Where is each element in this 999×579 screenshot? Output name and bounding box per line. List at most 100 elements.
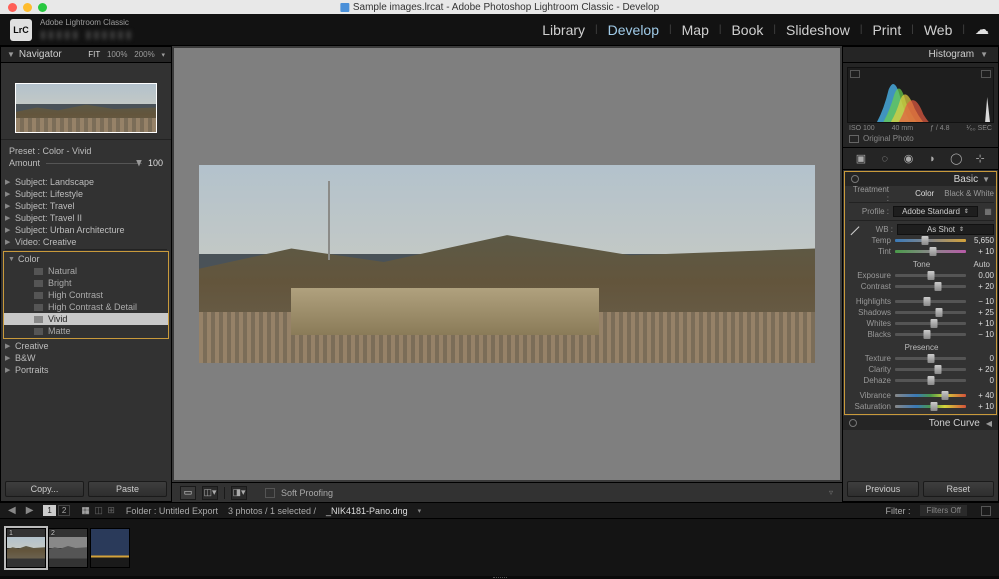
grid-view-icon[interactable]: ▦	[81, 505, 90, 515]
shadows-value[interactable]: + 25	[970, 308, 994, 317]
display-2[interactable]: 2	[58, 505, 70, 516]
treatment-bw[interactable]: Black & White	[944, 189, 994, 198]
module-map[interactable]: Map	[682, 22, 709, 38]
exposure-slider[interactable]	[895, 274, 966, 277]
module-develop[interactable]: Develop	[608, 22, 659, 38]
filter-dropdown[interactable]: Filters Off	[920, 505, 967, 516]
zoom-fit[interactable]: FIT	[88, 50, 100, 59]
tonecurve-header[interactable]: Tone Curve ◀	[843, 416, 998, 430]
heal-tool-icon[interactable]: ◌	[878, 152, 892, 166]
white-balance-picker-icon[interactable]	[849, 224, 861, 236]
image-canvas[interactable]	[174, 48, 840, 480]
filmstrip[interactable]: 1 2 3	[0, 518, 999, 576]
preset-group[interactable]: Subject: Urban Architecture	[1, 224, 171, 236]
preset-group[interactable]: Subject: Travel	[1, 200, 171, 212]
preset-amount-slider[interactable]	[46, 163, 142, 164]
redeye-tool-icon[interactable]: ◉	[902, 152, 916, 166]
tint-value[interactable]: + 10	[970, 247, 994, 256]
treatment-color[interactable]: Color	[915, 189, 934, 198]
vibrance-slider[interactable]	[895, 394, 966, 397]
maximize-window-icon[interactable]	[38, 3, 47, 12]
close-window-icon[interactable]	[8, 3, 17, 12]
current-filename[interactable]: _NIK4181-Pano.dng	[326, 506, 408, 516]
saturation-slider[interactable]	[895, 405, 966, 408]
texture-value[interactable]: 0	[970, 354, 994, 363]
minimize-window-icon[interactable]	[23, 3, 32, 12]
loupe-view-icon[interactable]: ▭	[180, 486, 196, 500]
zoom-100[interactable]: 100%	[107, 50, 127, 59]
profile-dropdown[interactable]: Adobe Standard⇕	[893, 206, 978, 217]
blacks-value[interactable]: − 10	[970, 330, 994, 339]
panel-toggle-icon[interactable]	[851, 175, 859, 183]
reset-button[interactable]: Reset	[923, 481, 995, 497]
zoom-menu-icon[interactable]: ▾	[161, 52, 165, 59]
zoom-200[interactable]: 200%	[134, 50, 154, 59]
contrast-value[interactable]: + 20	[970, 282, 994, 291]
radial-tool-icon[interactable]: ◯	[949, 152, 963, 166]
cloud-sync-icon[interactable]: ☁	[975, 21, 989, 38]
filmstrip-thumb[interactable]: 1	[6, 528, 46, 568]
highlights-value[interactable]: − 10	[970, 297, 994, 306]
filter-lock-icon[interactable]	[981, 506, 991, 516]
nav-forward-icon[interactable]: ▶	[26, 505, 34, 516]
compare-view-icon[interactable]: ◫	[94, 505, 103, 515]
preset-item[interactable]: Bright	[4, 277, 168, 289]
brush-tool-icon[interactable]: ⊹	[973, 152, 987, 166]
preset-group[interactable]: Subject: Travel II	[1, 212, 171, 224]
tint-slider[interactable]	[895, 250, 966, 253]
temp-slider[interactable]	[895, 239, 966, 242]
survey-view-icon[interactable]: ⊞	[107, 505, 115, 515]
preset-group[interactable]: Portraits	[1, 364, 171, 376]
module-library[interactable]: Library	[542, 22, 585, 38]
saturation-value[interactable]: + 10	[970, 402, 994, 411]
crop-tool-icon[interactable]: ▣	[854, 152, 868, 166]
reference-view-icon[interactable]: ◨▾	[231, 486, 247, 500]
profile-browser-icon[interactable]: ▦	[982, 207, 994, 216]
dehaze-slider[interactable]	[895, 379, 966, 382]
original-photo-toggle[interactable]: Original Photo	[847, 132, 994, 143]
navigator-header[interactable]: ▼ Navigator FIT 100% 200% ▾	[1, 47, 171, 63]
before-after-icon[interactable]: ◫▾	[202, 486, 218, 500]
display-1[interactable]: 1	[43, 505, 55, 516]
wb-dropdown[interactable]: As Shot⇕	[897, 224, 994, 235]
clarity-value[interactable]: + 20	[970, 365, 994, 374]
paste-button[interactable]: Paste	[88, 481, 167, 497]
temp-value[interactable]: 5,650	[970, 236, 994, 245]
nav-back-icon[interactable]: ◀	[8, 505, 16, 516]
preset-item[interactable]: High Contrast & Detail	[4, 301, 168, 313]
preset-item[interactable]: Natural	[4, 265, 168, 277]
exposure-value[interactable]: 0.00	[970, 271, 994, 280]
preset-item[interactable]: High Contrast	[4, 289, 168, 301]
copy-button[interactable]: Copy...	[5, 481, 84, 497]
filmstrip-thumb[interactable]: 3	[90, 528, 130, 568]
masking-tool-icon[interactable]: ◗	[925, 152, 939, 166]
clarity-slider[interactable]	[895, 368, 966, 371]
blacks-slider[interactable]	[895, 333, 966, 336]
whites-slider[interactable]	[895, 322, 966, 325]
panel-toggle-icon[interactable]	[849, 419, 857, 427]
previous-button[interactable]: Previous	[847, 481, 919, 497]
dehaze-value[interactable]: 0	[970, 376, 994, 385]
folder-path[interactable]: Folder : Untitled Export	[126, 506, 218, 516]
whites-value[interactable]: + 10	[970, 319, 994, 328]
navigator-preview[interactable]	[1, 63, 171, 139]
module-book[interactable]: Book	[731, 22, 763, 38]
preset-group-color[interactable]: Color	[4, 253, 168, 265]
histogram-graph[interactable]	[847, 67, 994, 123]
filename-menu-icon[interactable]: ▾	[418, 507, 422, 515]
vibrance-value[interactable]: + 40	[970, 391, 994, 400]
preset-group[interactable]: Subject: Landscape	[1, 176, 171, 188]
histogram-header[interactable]: Histogram ▼	[843, 47, 998, 63]
module-slideshow[interactable]: Slideshow	[786, 22, 850, 38]
shadows-slider[interactable]	[895, 311, 966, 314]
preset-group[interactable]: B&W	[1, 352, 171, 364]
contrast-slider[interactable]	[895, 285, 966, 288]
filmstrip-thumb[interactable]: 2	[48, 528, 88, 568]
module-web[interactable]: Web	[924, 22, 953, 38]
texture-slider[interactable]	[895, 357, 966, 360]
preset-item-selected[interactable]: Vivid	[4, 313, 168, 325]
account-name[interactable]: ▮▮▮▮▮ ▮▮▮▮▮▮	[40, 28, 134, 41]
auto-button[interactable]: Auto	[974, 260, 990, 269]
preset-item[interactable]: Matte	[4, 325, 168, 337]
preset-group[interactable]: Video: Creative	[1, 236, 171, 248]
